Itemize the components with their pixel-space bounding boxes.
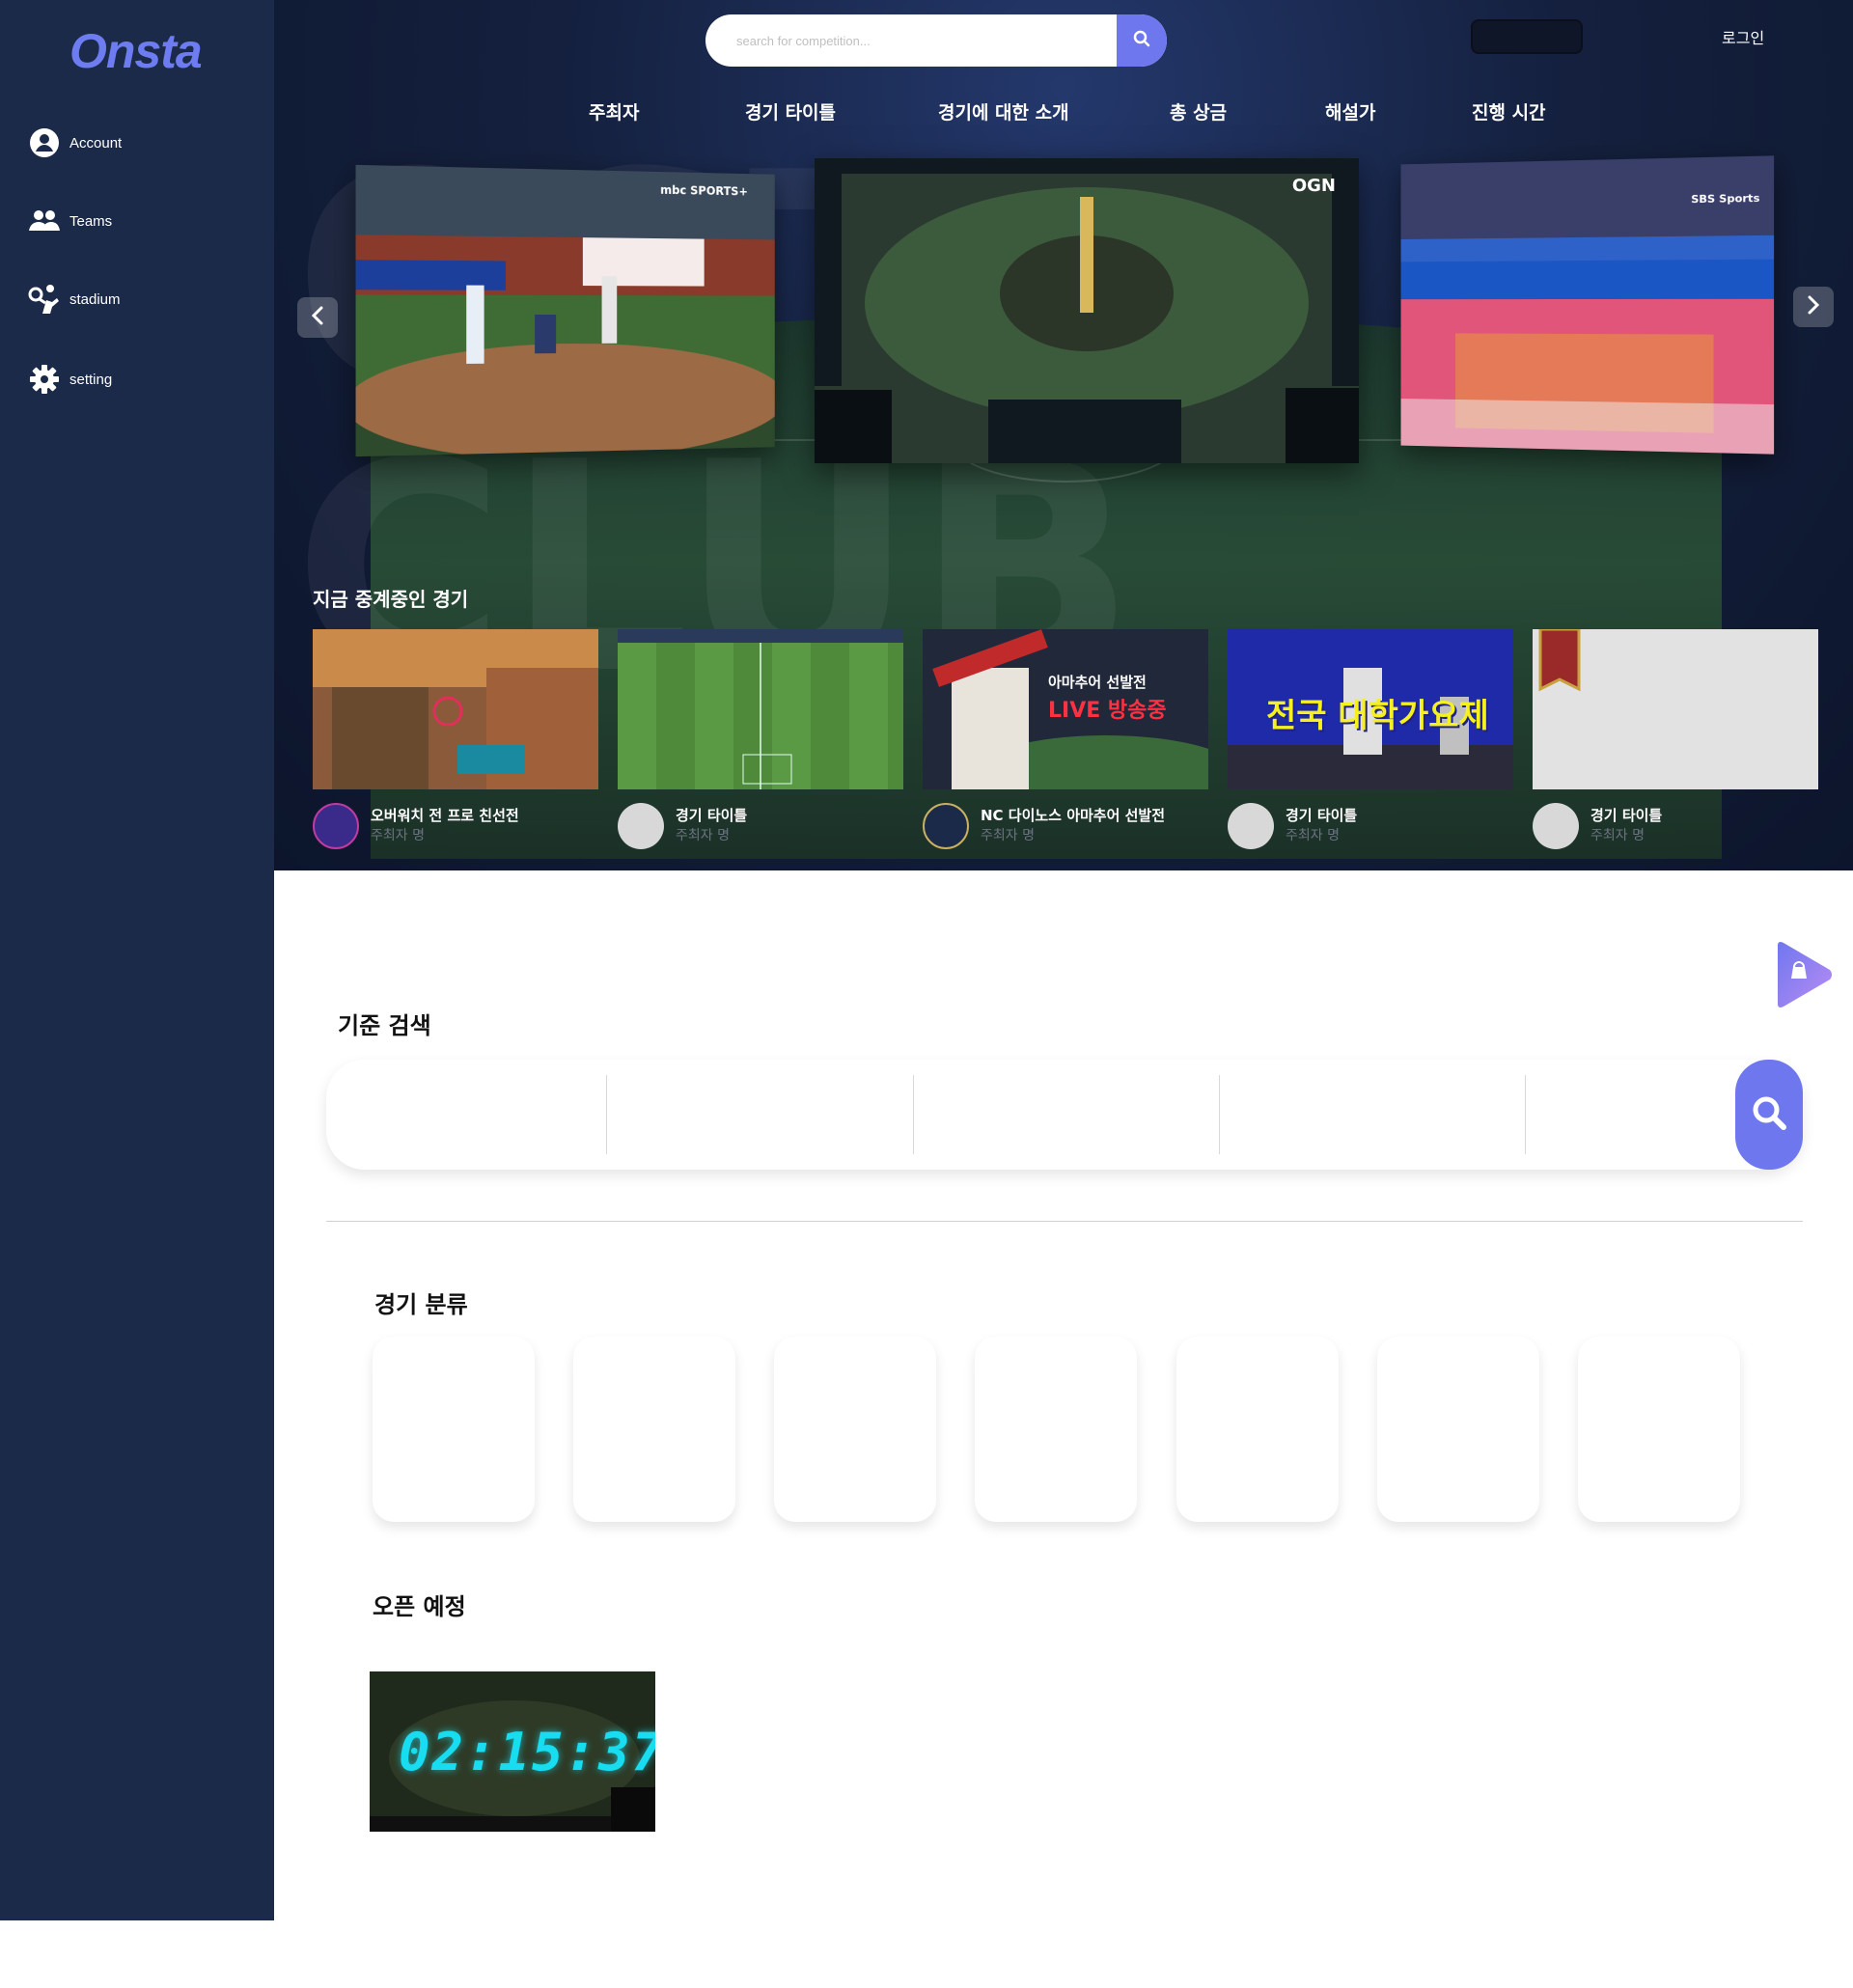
live-card[interactable]: 아마추어 선발전 LIVE 방송중 NC 다이노스 아마추어 선발전 주최자 명 bbox=[923, 629, 1208, 861]
thumbnail-overlay-text: 아마추어 선발전 bbox=[1048, 674, 1147, 691]
category-card[interactable] bbox=[1578, 1337, 1740, 1522]
category-card[interactable] bbox=[373, 1337, 535, 1522]
carousel-slide-esports[interactable]: OGN bbox=[815, 158, 1359, 463]
top-search-button[interactable] bbox=[1117, 14, 1167, 67]
sidebar-item-teams[interactable]: Teams bbox=[27, 202, 112, 240]
live-card-title: 오버워치 전 프로 친선전 bbox=[371, 807, 519, 824]
thumbnail-overlay-live: LIVE 방송중 bbox=[1048, 699, 1167, 723]
nav-total-prize[interactable]: 총 상금 bbox=[1170, 98, 1227, 124]
category-card[interactable] bbox=[774, 1337, 936, 1522]
live-card[interactable]: 전국 대학가요제 경기 타이틀 주최자 명 bbox=[1228, 629, 1513, 861]
carousel-slide-label: mbc SPORTS+ bbox=[660, 182, 748, 199]
carousel-slide-volleyball[interactable]: SBS Sports bbox=[1400, 155, 1775, 455]
chevron-left-icon bbox=[311, 306, 324, 329]
search-icon bbox=[1751, 1094, 1787, 1135]
carousel-next-button[interactable] bbox=[1793, 287, 1834, 327]
carousel-slide-label: SBS Sports bbox=[1691, 191, 1760, 207]
category-card[interactable] bbox=[1176, 1337, 1339, 1522]
nav-match-title[interactable]: 경기 타이틀 bbox=[745, 98, 836, 124]
create-tournament-button[interactable]: 대회 개설 bbox=[1471, 19, 1583, 54]
pennant-flag-icon bbox=[1538, 629, 1581, 692]
sidebar: Onsta Account Teams stadium setting bbox=[0, 0, 274, 1920]
carousel-slide-baseball[interactable]: mbc SPORTS+ bbox=[355, 164, 775, 457]
category-card[interactable] bbox=[573, 1337, 735, 1522]
live-card-host: 주최자 명 bbox=[676, 828, 730, 843]
countdown-timer: 02:15:37 bbox=[399, 1722, 655, 1782]
nav-schedule-time[interactable]: 진행 시간 bbox=[1472, 98, 1546, 124]
login-link[interactable]: 로그인 bbox=[1722, 25, 1764, 48]
live-card-host: 주최자 명 bbox=[981, 828, 1035, 843]
live-card-host: 주최자 명 bbox=[1590, 828, 1645, 843]
criteria-field-5[interactable] bbox=[1526, 1075, 1735, 1154]
nav-commentator[interactable]: 해설가 bbox=[1325, 98, 1375, 124]
host-avatar bbox=[923, 803, 969, 849]
sidebar-item-label: setting bbox=[69, 371, 113, 388]
nav-match-intro[interactable]: 경기에 대한 소개 bbox=[938, 98, 1069, 124]
category-card[interactable] bbox=[1377, 1337, 1539, 1522]
nav-host[interactable]: 주최자 bbox=[589, 98, 639, 124]
carousel-prev-button[interactable] bbox=[297, 297, 338, 338]
live-card-title: 경기 타이틀 bbox=[676, 807, 748, 824]
upcoming-match-card[interactable]: 02:15:37 bbox=[370, 1671, 655, 1832]
hero-banner: OSTE CLUB 대회 개설 로그인 주최자 경기 타이틀 경기에 대한 소개… bbox=[274, 0, 1853, 870]
sidebar-item-setting[interactable]: setting bbox=[27, 360, 112, 399]
account-circle-icon bbox=[27, 125, 62, 160]
sidebar-item-label: Teams bbox=[69, 212, 113, 230]
criteria-search-bar bbox=[326, 1060, 1803, 1170]
gear-icon bbox=[27, 362, 62, 397]
live-thumbnail bbox=[1533, 629, 1818, 789]
floating-play-button[interactable] bbox=[1772, 940, 1834, 1009]
chevron-right-icon bbox=[1807, 295, 1820, 318]
competition-search-input[interactable] bbox=[705, 14, 1111, 67]
host-avatar bbox=[1533, 803, 1579, 849]
search-icon bbox=[1133, 30, 1150, 51]
live-card-title: NC 다이노스 아마추어 선발전 bbox=[981, 807, 1166, 824]
live-card[interactable]: 오버워치 전 프로 친선전 주최자 명 bbox=[313, 629, 598, 861]
live-thumbnail: 전국 대학가요제 bbox=[1228, 629, 1513, 789]
live-thumbnail bbox=[313, 629, 598, 789]
live-card-host: 주최자 명 bbox=[1286, 828, 1340, 843]
top-search bbox=[705, 14, 1167, 67]
live-card[interactable]: 경기 타이틀 주최자 명 bbox=[618, 629, 903, 861]
live-section-title: 지금 중계중인 경기 bbox=[313, 588, 469, 611]
host-avatar bbox=[313, 803, 359, 849]
upcoming-title: 오픈 예정 bbox=[373, 1593, 466, 1620]
sidebar-item-label: Account bbox=[69, 134, 123, 152]
host-avatar bbox=[618, 803, 664, 849]
host-avatar bbox=[1228, 803, 1274, 849]
app-logo[interactable]: Onsta bbox=[69, 23, 203, 79]
live-card-title: 경기 타이틀 bbox=[1590, 807, 1663, 824]
carousel-slide-label: OGN bbox=[1291, 176, 1336, 196]
criteria-field-3[interactable] bbox=[914, 1075, 1220, 1154]
live-card[interactable]: 경기 타이틀 주최자 명 bbox=[1533, 629, 1818, 861]
criteria-search-button[interactable] bbox=[1735, 1060, 1803, 1170]
section-divider bbox=[326, 1221, 1803, 1222]
criteria-field-1[interactable] bbox=[326, 1075, 607, 1154]
criteria-field-2[interactable] bbox=[607, 1075, 914, 1154]
criteria-field-4[interactable] bbox=[1220, 1075, 1526, 1154]
category-card[interactable] bbox=[975, 1337, 1137, 1522]
people-icon bbox=[27, 204, 62, 238]
sidebar-item-account[interactable]: Account bbox=[27, 124, 122, 162]
stadium-player-icon bbox=[27, 282, 62, 317]
sidebar-item-label: stadium bbox=[69, 290, 121, 308]
live-thumbnail bbox=[618, 629, 903, 789]
live-card-title: 경기 타이틀 bbox=[1286, 807, 1358, 824]
criteria-search-title: 기준 검색 bbox=[338, 1012, 431, 1039]
thumbnail-overlay-text: 전국 대학가요제 bbox=[1266, 697, 1489, 735]
sidebar-item-stadium[interactable]: stadium bbox=[27, 280, 121, 318]
live-thumbnail: 아마추어 선발전 LIVE 방송중 bbox=[923, 629, 1208, 789]
category-title: 경기 분류 bbox=[374, 1291, 468, 1318]
live-card-host: 주최자 명 bbox=[371, 828, 425, 843]
